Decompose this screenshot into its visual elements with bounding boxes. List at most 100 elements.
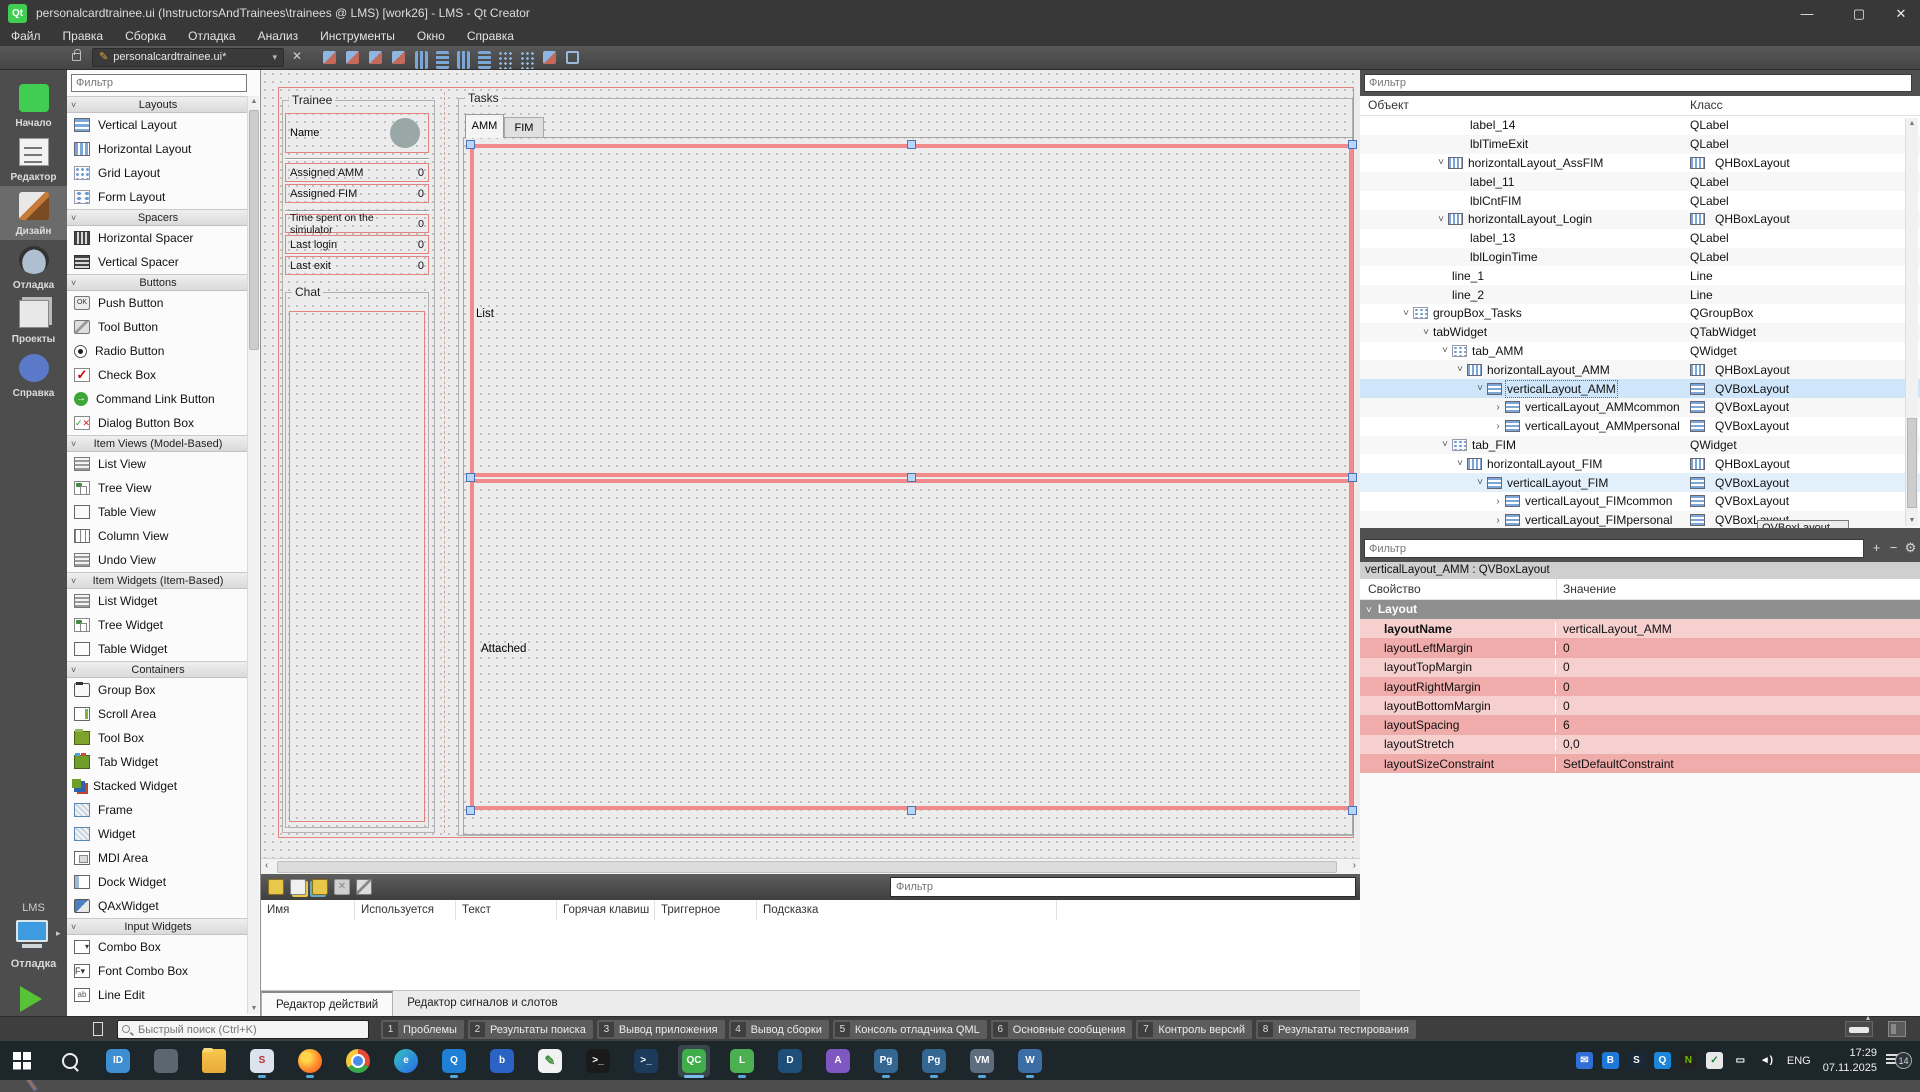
widget-entry[interactable]: ˅MDI Area MDI Area — [67, 846, 249, 870]
widget-entry[interactable]: ˅Table Widget Table Widget — [67, 637, 249, 661]
layout-horizontally-icon[interactable] — [415, 51, 428, 69]
selection-handle[interactable] — [907, 473, 916, 482]
object-tree-row[interactable]: › verticalLayout_FIMcommon QVBoxLayout — [1360, 492, 1920, 511]
object-column-header[interactable]: Объект — [1368, 98, 1409, 112]
tray-icon[interactable]: B — [1602, 1052, 1619, 1069]
assigned-amm-row[interactable]: Assigned AMM 0 — [285, 163, 429, 182]
bottom-tab[interactable]: Редактор действий — [261, 991, 393, 1016]
scroll-right-icon[interactable]: › — [1353, 860, 1356, 871]
widget-entry[interactable]: ˅Horizontal Layout Horizontal Layout — [67, 137, 249, 161]
property-row[interactable]: layoutName verticalLayout_AMM — [1360, 619, 1920, 638]
expander-icon[interactable]: ˅ — [1434, 214, 1448, 225]
scrollbar-thumb[interactable] — [249, 110, 259, 350]
taskbar-app-icon[interactable] — [342, 1045, 374, 1077]
property-row[interactable]: layoutSizeConstraint SetDefaultConstrain… — [1360, 754, 1920, 773]
widget-entry[interactable]: ˅Group Box Group Box — [67, 678, 249, 702]
taskbar-app-icon[interactable]: Pg — [918, 1045, 950, 1077]
property-row[interactable]: layoutRightMargin 0 — [1360, 677, 1920, 696]
expander-icon[interactable]: ˅ — [1438, 345, 1452, 356]
object-tree-row[interactable]: lblCntFIM QLabel — [1360, 191, 1920, 210]
selection-handle[interactable] — [466, 806, 475, 815]
taskbar-app-icon[interactable]: >_ — [582, 1045, 614, 1077]
collapse-icon[interactable]: ˅ — [71, 573, 76, 589]
taskbar-app-icon[interactable] — [294, 1045, 326, 1077]
object-tree-row[interactable]: ˅ horizontalLayout_AMM QHBoxLayout — [1360, 360, 1920, 379]
taskbar-app-icon[interactable]: b — [486, 1045, 518, 1077]
locator-icon[interactable] — [93, 1022, 103, 1036]
notification-center[interactable]: 14 — [1886, 1052, 1912, 1070]
taskbar-app-icon[interactable]: L — [726, 1045, 758, 1077]
object-tree-row[interactable]: ˅ verticalLayout_FIM QVBoxLayout — [1360, 473, 1920, 492]
kit-expand-icon[interactable]: ▸ — [56, 928, 61, 939]
menu-item[interactable]: Правка — [52, 27, 115, 46]
taskbar-app-icon[interactable] — [6, 1045, 38, 1077]
property-row[interactable]: layoutStretch 0,0 — [1360, 735, 1920, 754]
action-filter-input[interactable] — [890, 877, 1356, 897]
output-pane-button[interactable]: 7 Контроль версий — [1136, 1020, 1252, 1039]
expander-icon[interactable]: ˅ — [1419, 327, 1433, 338]
layout-vertical-splitter-icon[interactable] — [478, 51, 491, 69]
tab-amm[interactable]: AMM — [465, 114, 504, 138]
output-pane-button[interactable]: 8 Результаты тестирования — [1256, 1020, 1416, 1039]
menu-item[interactable]: Справка — [456, 27, 525, 46]
widget-entry[interactable]: ˅List View List View — [67, 452, 249, 476]
object-inspector-filter-input[interactable] — [1364, 74, 1912, 92]
object-tree-row[interactable]: › verticalLayout_AMMcommon QVBoxLayout — [1360, 398, 1920, 417]
build-progress-icon[interactable] — [1845, 1021, 1873, 1037]
object-tree-row[interactable]: line_2 Line — [1360, 285, 1920, 304]
language-indicator[interactable]: ENG — [1787, 1055, 1811, 1067]
widget-entry[interactable]: ˅Undo View Undo View — [67, 548, 249, 572]
output-pane-button[interactable]: 1 Проблемы — [381, 1020, 464, 1039]
object-tree-row[interactable]: line_1 Line — [1360, 266, 1920, 285]
expander-icon[interactable]: ˅ — [1473, 383, 1487, 394]
output-pane-button[interactable]: 6 Основные сообщения — [991, 1020, 1133, 1039]
widget-entry[interactable]: ˅Tab Widget Tab Widget — [67, 750, 249, 774]
widget-entry[interactable]: ˅Tree View Tree View — [67, 476, 249, 500]
attached-layout-selection[interactable]: Attached — [470, 479, 1353, 810]
layout-section-header[interactable]: ˅Layout — [1360, 600, 1920, 619]
value-column-header[interactable]: Значение — [1563, 582, 1616, 596]
widget-entry[interactable]: ˅Line Edit Line Edit — [67, 983, 249, 1007]
selection-handle[interactable] — [907, 140, 916, 149]
taskbar-app-icon[interactable]: e — [390, 1045, 422, 1077]
object-tree-row[interactable]: ˅ horizontalLayout_FIM QHBoxLayout — [1360, 454, 1920, 473]
maximize-button[interactable]: ▢ — [1838, 0, 1880, 27]
taskbar-app-icon[interactable]: Q — [438, 1045, 470, 1077]
action-table[interactable]: ИмяИспользуетсяТекстГорячая клавишТригге… — [261, 900, 1360, 990]
chat-groupbox[interactable]: Chat — [285, 292, 429, 828]
object-tree-row[interactable]: ˅ groupBox_Tasks QGroupBox — [1360, 304, 1920, 323]
object-tree-row[interactable]: label_11 QLabel — [1360, 172, 1920, 191]
widgetbox-filter-input[interactable] — [71, 74, 247, 92]
property-column-header[interactable]: Свойство — [1368, 582, 1421, 596]
configure-properties-button[interactable]: ⚙ — [1902, 539, 1919, 558]
layout-vertically-icon[interactable] — [436, 51, 449, 69]
widget-entry[interactable]: ˅Widget Widget — [67, 822, 249, 846]
kit-selector-icon[interactable] — [16, 920, 48, 942]
widget-entry[interactable]: ˅Form Layout Form Layout — [67, 185, 249, 209]
taskbar-app-icon[interactable]: ID — [102, 1045, 134, 1077]
last-exit-row[interactable]: Last exit 0 — [285, 256, 429, 275]
widget-entry[interactable]: ˅Tool Box Tool Box — [67, 726, 249, 750]
inspector-scrollbar[interactable]: ▲ ▼ — [1905, 118, 1918, 526]
class-column-header[interactable]: Класс — [1690, 98, 1723, 112]
bottom-tab[interactable]: Редактор сигналов и слотов — [393, 991, 571, 1016]
quick-search-input[interactable] — [117, 1020, 369, 1039]
object-tree-row[interactable]: › verticalLayout_AMMpersonal QVBoxLayout — [1360, 417, 1920, 436]
taskbar-app-icon[interactable]: ✎ — [534, 1045, 566, 1077]
mode-button[interactable]: Дизайн — [0, 186, 67, 240]
layout-form-icon[interactable] — [498, 51, 512, 69]
scrollbar-thumb[interactable] — [1907, 418, 1917, 508]
selection-handle[interactable] — [907, 806, 916, 815]
widget-entry[interactable]: ˅Tree Widget Tree Widget — [67, 613, 249, 637]
selection-handle[interactable] — [1348, 140, 1357, 149]
tray-icon[interactable]: ✓ — [1706, 1052, 1723, 1069]
taskbar-app-icon[interactable] — [54, 1045, 86, 1077]
unlock-icon[interactable] — [72, 53, 81, 61]
scroll-up-icon[interactable]: ▲ — [248, 98, 260, 105]
new-action-icon[interactable] — [268, 879, 284, 895]
run-button[interactable] — [20, 986, 42, 1012]
property-row[interactable]: layoutLeftMargin 0 — [1360, 638, 1920, 657]
widget-entry[interactable]: ˅QAxWidget QAxWidget — [67, 894, 249, 918]
taskbar-app-icon[interactable]: A — [822, 1045, 854, 1077]
widget-entry[interactable]: ˅Item Widgets (Item-Based) Item Widgets … — [67, 572, 249, 589]
